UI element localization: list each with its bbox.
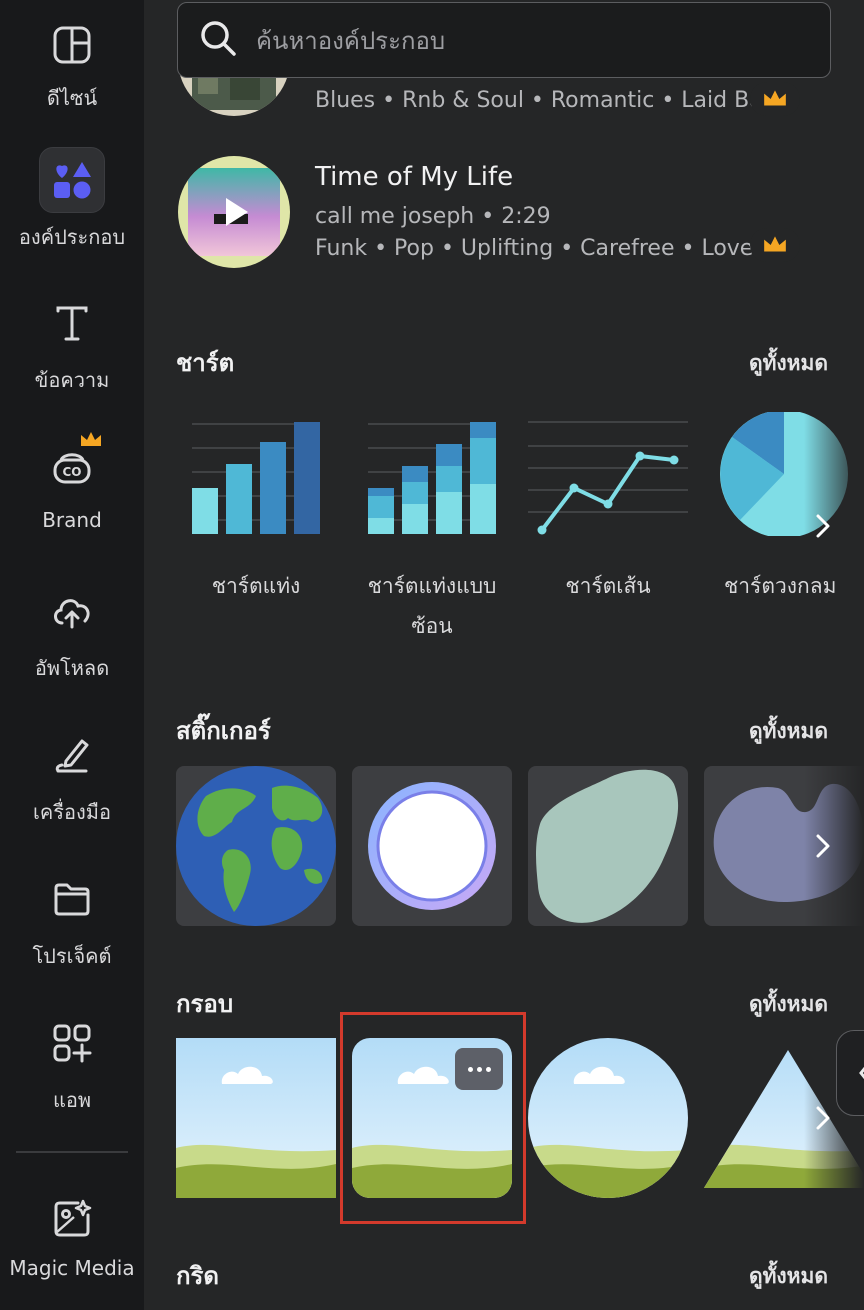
track-tags: Blues • Rnb & Soul • Romantic • Laid Bac…	[315, 88, 788, 113]
elements-shapes-icon	[39, 147, 105, 213]
scroll-right-arrow-icon[interactable]	[806, 1096, 840, 1140]
see-all-frames-link[interactable]: ดูทั้งหมด	[749, 988, 828, 1021]
sidebar-item-label: Magic Media	[9, 1256, 135, 1280]
section-title-charts: ชาร์ต	[176, 349, 235, 377]
sidebar-item-uploads[interactable]: อัพโหลด	[0, 578, 144, 708]
chart-label: ชาร์ตวงกลม	[724, 574, 837, 598]
sidebar-item-magic-media[interactable]: Magic Media	[0, 1186, 144, 1310]
apps-grid-icon	[39, 1010, 105, 1076]
sidebar-divider	[16, 1151, 128, 1153]
track-artist-duration: call me joseph • 2:29	[315, 204, 551, 229]
chart-label: ชาร์ตแท่ง	[211, 574, 301, 598]
folder-icon	[39, 866, 105, 932]
scroll-right-arrow-icon[interactable]	[806, 504, 840, 548]
left-sidebar: ดีไซน์ องค์ประกอบ ข้อความ CO Brand อัพโห…	[0, 0, 144, 1310]
stacked-bar-chart-thumbnail	[368, 422, 496, 534]
sidebar-item-apps[interactable]: แอพ	[0, 1010, 144, 1140]
chart-label-line-1: ชาร์ตแท่งแบบ	[367, 574, 497, 598]
sidebar-item-label: อัพโหลด	[34, 656, 110, 680]
search-icon	[198, 18, 238, 62]
sticker-globe[interactable]	[176, 766, 336, 926]
landscape-frame-icon	[176, 1038, 336, 1198]
sidebar-item-brand[interactable]: CO Brand	[0, 432, 144, 564]
cloud-upload-icon	[39, 578, 105, 644]
see-all-charts-link[interactable]: ดูทั้งหมด	[749, 347, 828, 380]
text-icon	[39, 290, 105, 356]
sidebar-item-design[interactable]: ดีไซน์	[0, 12, 144, 142]
line-chart-thumbnail	[528, 421, 688, 535]
frame-rounded-rectangle[interactable]	[352, 1038, 512, 1202]
sidebar-item-label: Brand	[42, 508, 102, 532]
sidebar-item-projects[interactable]: โปรเจ็คต์	[0, 866, 144, 996]
chart-card-stacked-bar[interactable]: ชาร์ตแท่งแบบ ซ้อน	[352, 412, 512, 646]
sidebar-item-tools[interactable]: เครื่องมือ	[0, 722, 144, 852]
search-placeholder: ค้นหาองค์ประกอบ	[256, 26, 446, 55]
elements-panel: ค้นหาองค์ประกอบ Blues • Rnb & Soul • Rom…	[144, 0, 864, 1310]
brand-icon: CO	[39, 432, 105, 500]
section-title-grids: กริด	[176, 1262, 220, 1290]
see-all-stickers-link[interactable]: ดูทั้งหมด	[749, 715, 828, 748]
section-title-frames: กรอบ	[176, 990, 234, 1018]
svg-text:CO: CO	[62, 465, 81, 479]
see-all-grids-link[interactable]: ดูทั้งหมด	[749, 1260, 828, 1293]
magic-media-icon	[39, 1186, 105, 1252]
sticker-circle-ring[interactable]	[352, 766, 512, 926]
premium-crown-icon	[750, 82, 800, 116]
sidebar-item-label: องค์ประกอบ	[18, 225, 126, 249]
sidebar-item-label: โปรเจ็คต์	[32, 944, 112, 968]
scroll-right-arrow-icon[interactable]	[806, 824, 840, 868]
chart-label: ชาร์ตแท่งแบบ ซ้อน	[352, 566, 512, 646]
more-options-button[interactable]	[455, 1048, 503, 1090]
chart-card-bar[interactable]: ชาร์ตแท่ง	[176, 412, 336, 606]
track-title: Time of My Life	[315, 162, 514, 192]
blob-shape-icon	[536, 769, 679, 923]
sticker-blob[interactable]	[528, 766, 688, 926]
chart-card-line[interactable]: ชาร์ตเส้น	[528, 412, 688, 606]
section-title-stickers: สติ๊กเกอร์	[176, 717, 271, 745]
chart-label: ชาร์ตเส้น	[565, 574, 651, 598]
globe-icon	[176, 766, 336, 926]
frame-rectangle[interactable]	[176, 1038, 336, 1202]
sidebar-item-elements[interactable]: องค์ประกอบ	[0, 147, 144, 277]
premium-crown-icon	[750, 228, 800, 262]
chevron-left-icon	[859, 1066, 864, 1080]
track-tags: Funk • Pop • Uplifting • Carefree • Love…	[315, 236, 782, 261]
frame-circle[interactable]	[528, 1038, 688, 1202]
premium-crown-icon	[79, 430, 103, 454]
search-input[interactable]: ค้นหาองค์ประกอบ	[177, 2, 831, 78]
track-thumbnail	[178, 156, 290, 268]
sidebar-item-label: เครื่องมือ	[33, 800, 111, 824]
collapse-panel-handle[interactable]	[836, 1030, 864, 1116]
audio-track[interactable]: Time of My Life call me joseph • 2:29 Fu…	[178, 156, 818, 272]
circle-ring-icon	[368, 782, 496, 910]
layout-icon	[39, 12, 105, 78]
bar-chart-thumbnail	[192, 422, 320, 534]
sidebar-item-label: แอพ	[52, 1088, 92, 1112]
sidebar-item-label: ข้อความ	[34, 368, 110, 392]
draw-tool-icon	[39, 722, 105, 788]
landscape-frame-icon	[528, 1038, 688, 1198]
chart-label-line-2: ซ้อน	[411, 614, 453, 638]
sidebar-item-label: ดีไซน์	[46, 86, 98, 110]
sidebar-item-text[interactable]: ข้อความ	[0, 290, 144, 420]
